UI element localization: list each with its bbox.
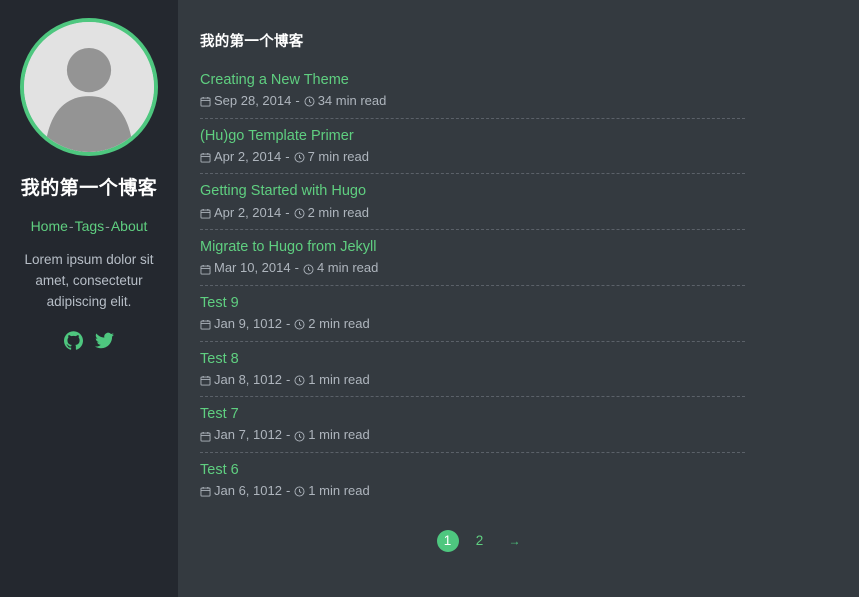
post-meta: Jan 6, 1012- 1 min read <box>200 483 752 499</box>
post-title-link[interactable]: Migrate to Hugo from Jekyll <box>200 238 752 256</box>
post-date: Jan 6, 1012 <box>214 483 282 499</box>
post-list: Creating a New Theme Sep 28, 2014-34 min … <box>200 71 752 499</box>
clock-icon <box>294 431 305 442</box>
post-read-time: 34 min read <box>317 93 387 109</box>
calendar-icon <box>200 264 211 275</box>
calendar-icon <box>200 375 211 386</box>
post-read-time: 1 min read <box>308 427 370 443</box>
post-meta: Apr 2, 2014- 2 min read <box>200 205 752 221</box>
post-title-link[interactable]: Test 9 <box>200 294 752 312</box>
post-date: Jan 7, 1012 <box>214 427 282 443</box>
meta-separator: - <box>285 427 291 443</box>
avatar <box>20 18 158 156</box>
person-avatar-icon <box>24 22 154 152</box>
sidebar-title: 我的第一个博客 <box>20 178 158 199</box>
clock-icon <box>294 319 305 330</box>
post-title-link[interactable]: Test 6 <box>200 461 752 479</box>
post-meta: Mar 10, 2014- 4 min read <box>200 260 752 276</box>
post-read-time: 7 min read <box>307 148 369 164</box>
post-meta: Apr 2, 2014- 7 min read <box>200 149 752 165</box>
meta-separator: - <box>285 148 290 164</box>
twitter-icon[interactable] <box>95 331 114 350</box>
sidebar: 我的第一个博客 Home-Tags-About Lorem ipsum dolo… <box>0 0 178 597</box>
post-meta: Sep 28, 2014- 34 min read <box>200 93 752 109</box>
clock-icon <box>294 152 305 163</box>
post-read-time: 4 min read <box>316 260 379 276</box>
calendar-icon <box>200 96 211 107</box>
post-separator <box>200 173 745 175</box>
sidebar-item-home[interactable]: Home <box>31 218 68 234</box>
sidebar-item-about[interactable]: About <box>111 218 148 234</box>
post-date: Jan 8, 1012 <box>214 371 282 387</box>
github-glyph <box>64 330 83 350</box>
clock-icon <box>304 96 315 107</box>
calendar-icon <box>200 208 211 219</box>
post-separator <box>200 452 745 454</box>
meta-separator: - <box>285 371 291 387</box>
post-item: Migrate to Hugo from Jekyll Mar 10, 2014-… <box>200 238 752 276</box>
sidebar-item-tags[interactable]: Tags <box>75 218 105 234</box>
post-date: Jan 9, 1012 <box>214 316 282 331</box>
nav-separator: - <box>68 217 74 234</box>
nav-separator: - <box>105 217 110 234</box>
pagination-page-2[interactable]: 2 <box>469 530 491 552</box>
calendar-icon <box>200 486 211 497</box>
sidebar-description: Lorem ipsum dolor sit amet, consectetur … <box>24 251 154 309</box>
clock-icon <box>294 486 305 497</box>
pagination: 1 2 → <box>200 529 752 552</box>
meta-separator: - <box>285 316 291 331</box>
clock-icon <box>294 375 305 386</box>
twitter-glyph <box>95 332 114 348</box>
page-title: 我的第一个博客 <box>200 34 304 50</box>
post-item: Getting Started with Hugo Apr 2, 2014- 2 m… <box>200 182 752 220</box>
clock-icon <box>294 208 305 219</box>
post-meta: Jan 9, 1012- 2 min read <box>200 316 752 332</box>
post-date: Sep 28, 2014 <box>214 93 292 109</box>
social-links <box>64 330 114 350</box>
sidebar-nav: Home-Tags-About <box>31 218 148 234</box>
post-meta: Jan 8, 1012- 1 min read <box>200 372 752 388</box>
post-date: Apr 2, 2014 <box>214 148 282 164</box>
meta-separator: - <box>285 204 290 220</box>
post-item: Test 7 Jan 7, 1012- 1 min read <box>200 405 752 443</box>
post-separator <box>200 284 745 286</box>
github-icon[interactable] <box>64 330 83 350</box>
post-date: Apr 2, 2014 <box>214 204 282 220</box>
post-separator <box>200 340 745 342</box>
meta-separator: - <box>295 93 300 109</box>
main-content: 我的第一个博客 Creating a New Theme Sep 28, 2014… <box>178 0 859 597</box>
post-item: Test 6 Jan 6, 1012- 1 min read <box>200 461 752 499</box>
post-read-time: 2 min read <box>307 204 369 220</box>
post-read-time: 1 min read <box>308 483 370 499</box>
pagination-page-1[interactable]: 1 <box>436 529 459 552</box>
post-title-link[interactable]: Test 7 <box>200 405 752 423</box>
calendar-icon <box>200 152 211 163</box>
post-read-time: 1 min read <box>308 371 370 387</box>
pagination-next-arrow-icon[interactable]: → <box>509 530 521 552</box>
post-item: Test 9 Jan 9, 1012- 2 min read <box>200 294 752 332</box>
calendar-icon <box>200 319 211 330</box>
post-title-link[interactable]: Test 8 <box>200 350 752 368</box>
post-item: Creating a New Theme Sep 28, 2014- 34 min … <box>200 71 752 109</box>
post-separator <box>200 229 745 231</box>
meta-separator: - <box>294 260 299 276</box>
post-meta: Jan 7, 1012- 1 min read <box>200 427 752 443</box>
post-item: Test 8 Jan 8, 1012- 1 min read <box>200 350 752 388</box>
post-read-time: 2 min read <box>308 316 370 331</box>
post-separator <box>200 117 745 119</box>
meta-separator: - <box>285 483 291 499</box>
post-date: Mar 10, 2014 <box>214 260 291 276</box>
post-title-link[interactable]: Getting Started with Hugo <box>200 182 752 200</box>
clock-icon <box>303 264 314 275</box>
calendar-icon <box>200 431 211 442</box>
post-separator <box>200 396 745 398</box>
post-title-link[interactable]: Creating a New Theme <box>200 71 752 89</box>
post-item: (Hu)go Template Primer Apr 2, 2014- 7 min … <box>200 127 752 165</box>
post-title-link[interactable]: (Hu)go Template Primer <box>200 127 752 145</box>
